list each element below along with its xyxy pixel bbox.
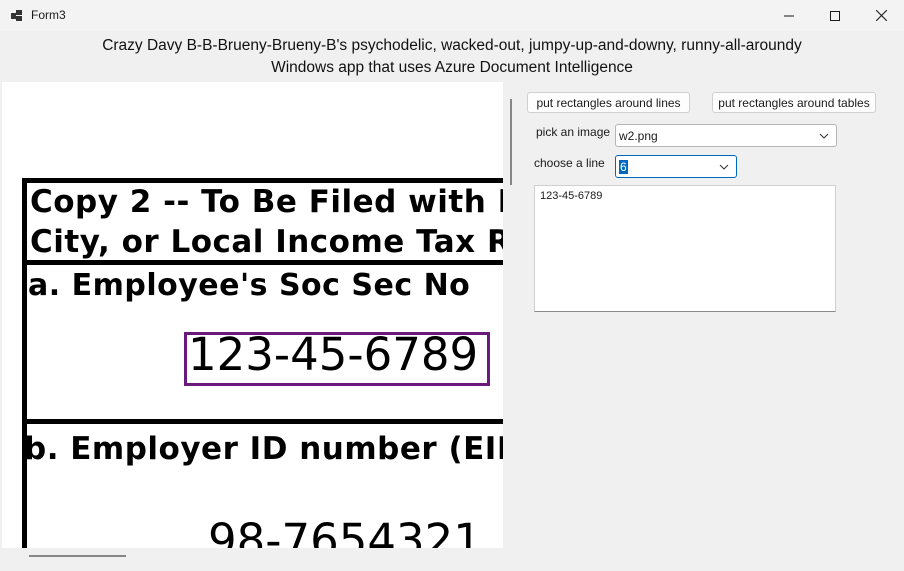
- doc-ssn-value: 123-45-6789: [188, 328, 479, 381]
- line-text-output[interactable]: 123-45-6789: [534, 185, 836, 312]
- title-bar[interactable]: Form3: [0, 0, 904, 31]
- minimize-button[interactable]: [766, 0, 812, 31]
- document-image-panel[interactable]: Copy 2 -- To Be Filed with E City, or Lo…: [2, 82, 503, 548]
- app-description-line-2: Windows app that uses Azure Document Int…: [271, 58, 633, 76]
- rectangles-around-tables-button[interactable]: put rectangles around tables: [712, 92, 876, 113]
- pick-image-value: w2.png: [619, 129, 658, 143]
- chevron-down-icon: [819, 133, 829, 139]
- maximize-button[interactable]: [812, 0, 858, 31]
- rectangles-around-lines-button[interactable]: put rectangles around lines: [527, 92, 690, 113]
- choose-line-dropdown[interactable]: 6: [615, 155, 737, 178]
- doc-line-ssn-label: a. Employee's Soc Sec No: [28, 268, 471, 303]
- minimize-icon: [784, 15, 794, 16]
- form-top-border: [22, 178, 503, 183]
- doc-line-copy2: Copy 2 -- To Be Filed with E: [30, 184, 503, 220]
- pick-image-dropdown[interactable]: w2.png: [615, 124, 837, 147]
- doc-line-city: City, or Local Income Tax Re: [30, 224, 503, 260]
- chevron-down-icon: [719, 164, 729, 170]
- w2-document-image: Copy 2 -- To Be Filed with E City, or Lo…: [2, 82, 503, 548]
- form-divider-2: [22, 419, 503, 424]
- scrollbar-thumb[interactable]: [29, 555, 126, 557]
- window-title: Form3: [31, 8, 66, 22]
- close-icon: [875, 10, 887, 21]
- app-description: Crazy Davy B-B-Brueny-Brueny-B's psychod…: [0, 35, 904, 78]
- app-description-line-1: Crazy Davy B-B-Brueny-Brueny-B's psychod…: [102, 37, 802, 54]
- choose-line-value: 6: [619, 160, 628, 174]
- form-left-border: [22, 178, 27, 548]
- panel-vertical-scrollbar-thumb[interactable]: [510, 99, 512, 185]
- line-text-output-value: 123-45-6789: [540, 190, 603, 202]
- maximize-icon: [830, 10, 840, 21]
- choose-line-label: choose a line: [534, 156, 605, 170]
- doc-ein-value: 98-7654321: [208, 514, 482, 548]
- doc-line-ein-label: b. Employer ID number (EIN: [24, 431, 503, 467]
- app-icon: [11, 10, 22, 21]
- image-horizontal-scrollbar[interactable]: [2, 548, 503, 565]
- form-divider-1: [22, 260, 503, 265]
- pick-image-label: pick an image: [536, 125, 611, 139]
- close-button[interactable]: [858, 0, 904, 31]
